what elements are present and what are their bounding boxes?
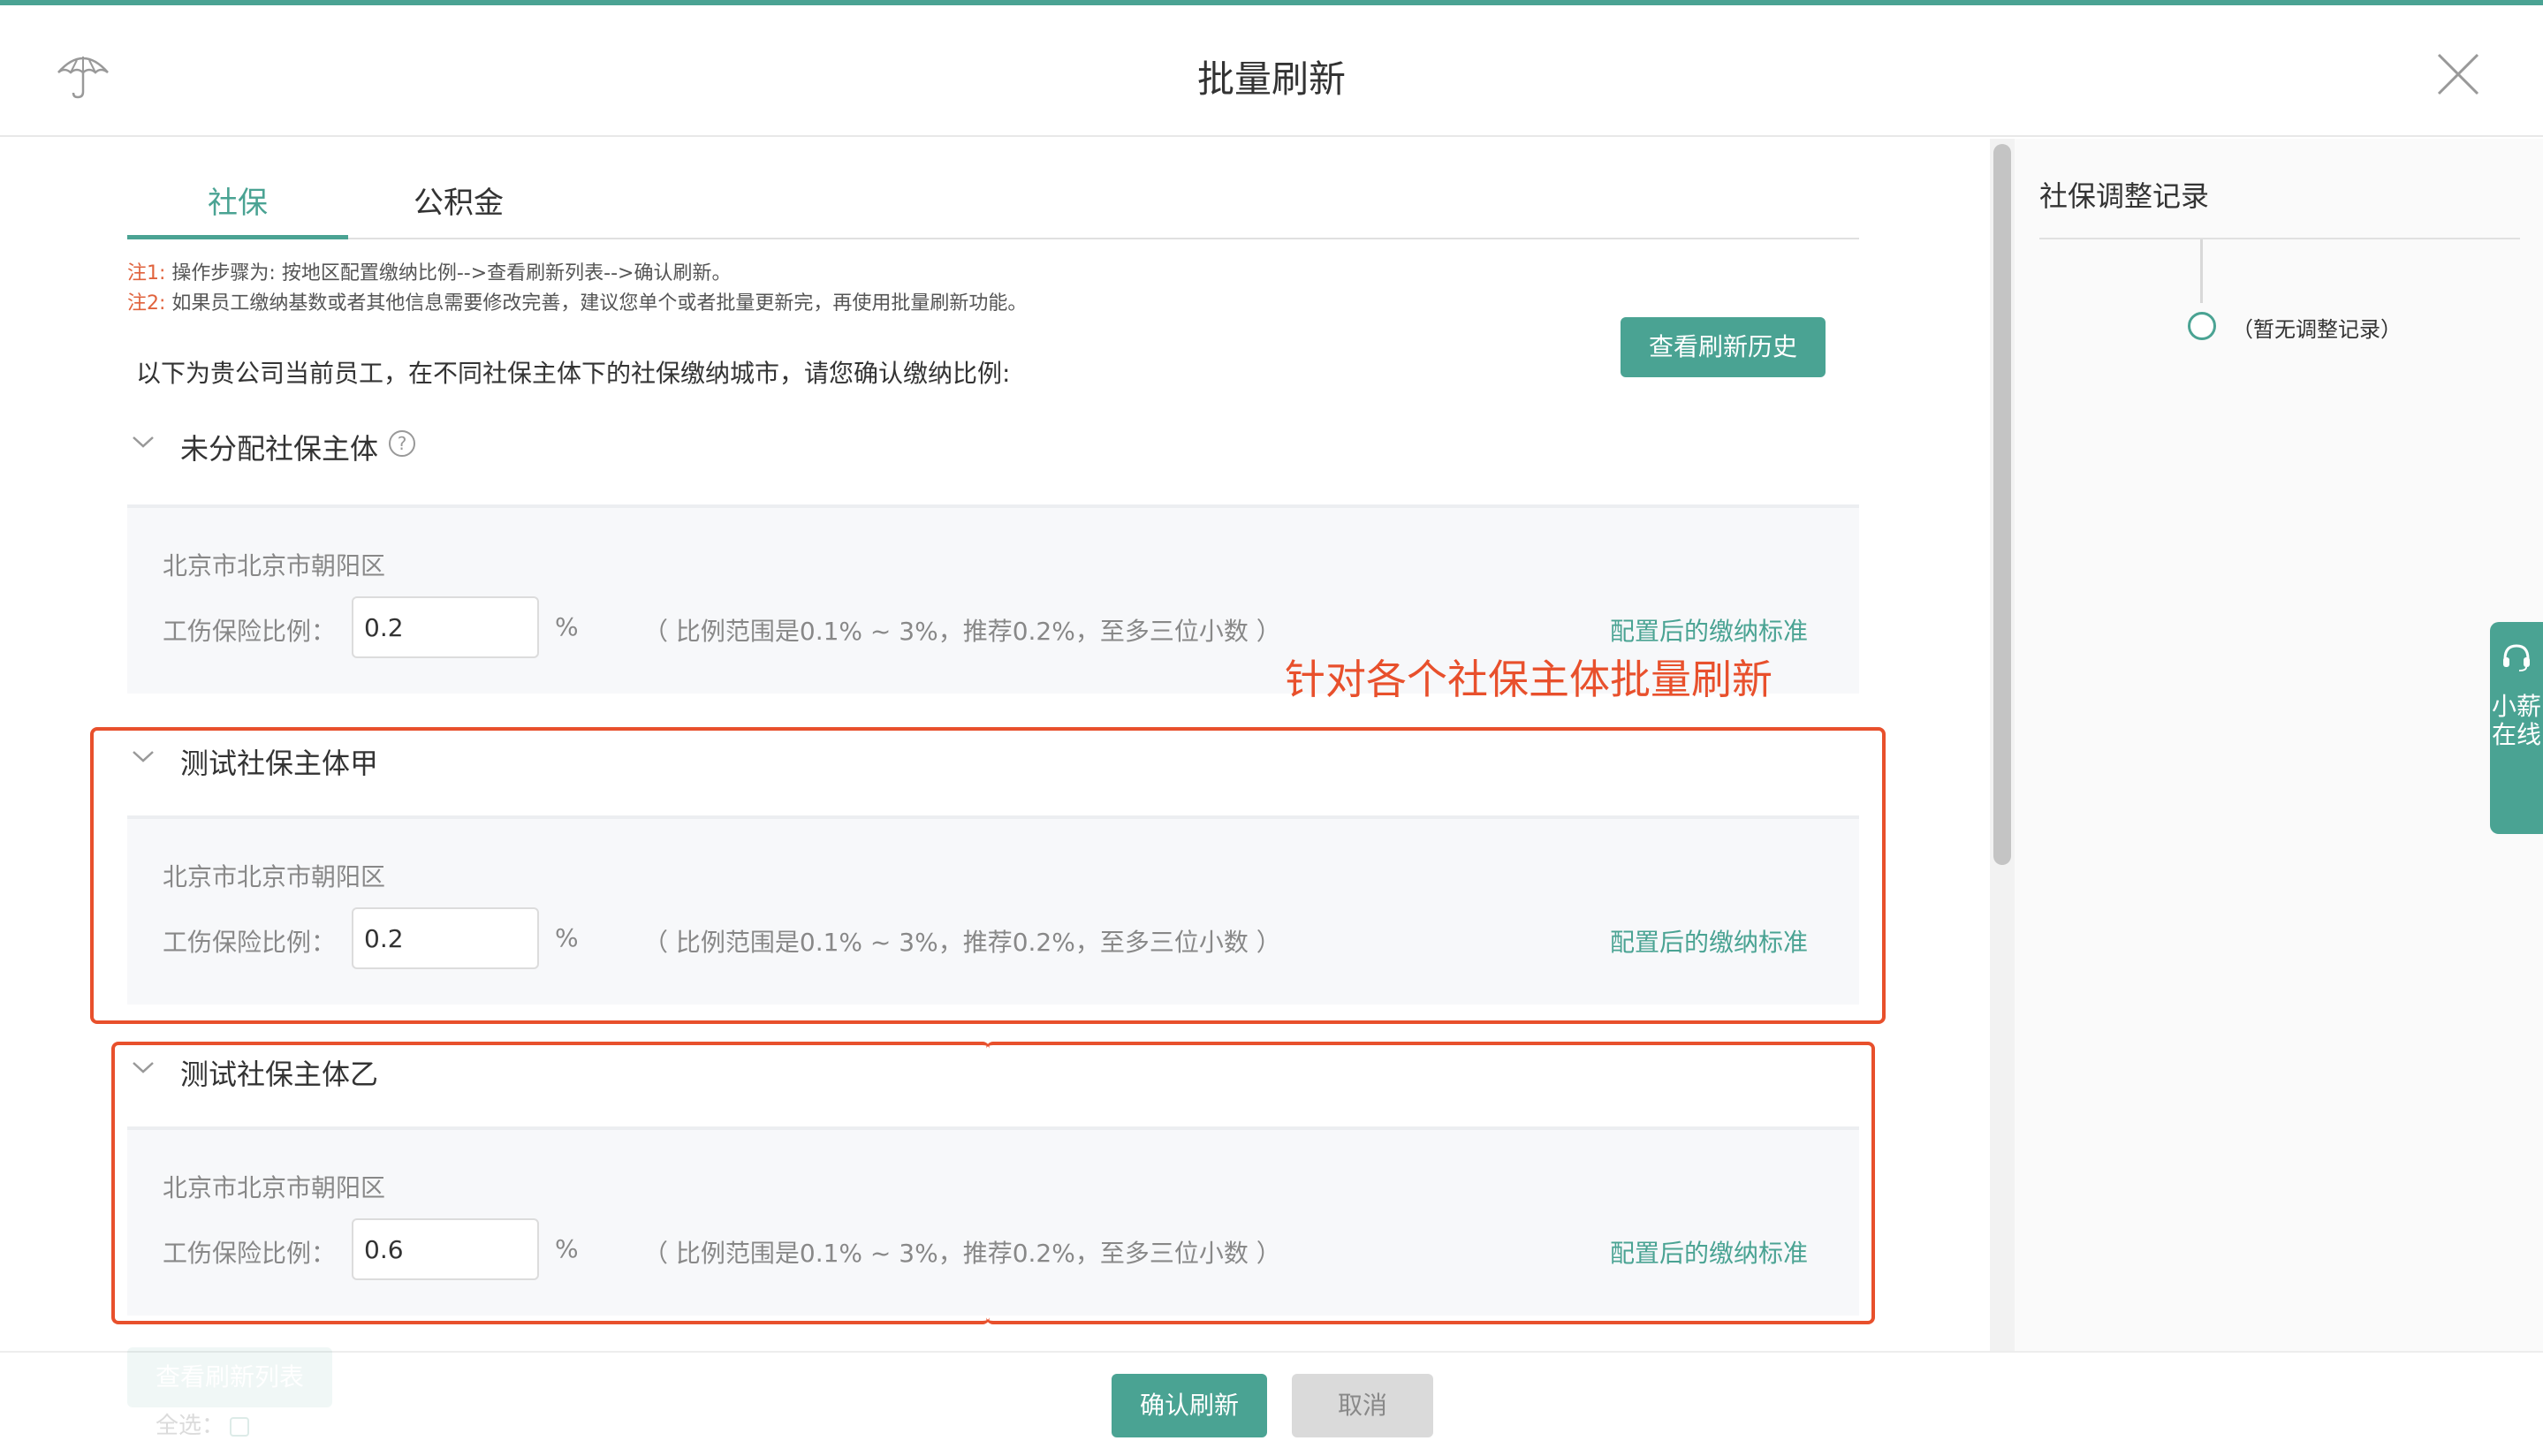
note-2: 注2: 如果员工缴纳基数或者其他信息需要修改完善，建议您单个或者批量更新完，再使… — [127, 289, 1027, 319]
group-title: 未分配社保主体 — [180, 432, 379, 466]
timeline-line — [2200, 239, 2203, 303]
tab-bar: 社保 公积金 — [127, 174, 1859, 239]
footer-bar: 查看刷新列表 全选： 确认刷新 取消 — [0, 1347, 2543, 1456]
tab-social-security[interactable]: 社保 — [127, 174, 348, 239]
city-label: 北京市北京市朝阳区 — [163, 551, 386, 580]
annotation-box-left — [111, 1042, 990, 1324]
ratio-input[interactable] — [352, 596, 539, 658]
timeline-empty-text: （暂无调整记录） — [2232, 317, 2402, 342]
page-title: 批量刷新 — [1196, 57, 1346, 101]
note-1-key: 注1: — [127, 262, 166, 284]
close-icon[interactable] — [2433, 49, 2483, 99]
timeline-dot — [2188, 312, 2216, 340]
annotation-text: 针对各个社保主体批量刷新 — [1285, 656, 1773, 703]
chevron-down-icon — [133, 436, 154, 448]
tab-housing-fund[interactable]: 公积金 — [348, 174, 569, 239]
side-divider — [2039, 238, 2520, 239]
note-2-key: 注2: — [127, 292, 166, 315]
note-1-text: 操作步骤为: 按地区配置缴纳比例-->查看刷新列表-->确认刷新。 — [165, 262, 732, 284]
annotation-box — [90, 727, 1886, 1024]
select-all[interactable]: 全选： — [156, 1407, 250, 1440]
view-history-button[interactable]: 查看刷新历史 — [1621, 317, 1826, 377]
annotation-box-right — [986, 1042, 1875, 1324]
scrollbar-track — [1990, 139, 2015, 1351]
group-header-unassigned[interactable]: 未分配社保主体 ? — [127, 421, 1859, 474]
headset-icon — [2503, 644, 2530, 671]
cancel-button[interactable]: 取消 — [1292, 1374, 1433, 1437]
confirm-refresh-button[interactable]: 确认刷新 — [1112, 1374, 1267, 1437]
online-widget-label: 小薪在线 — [2491, 692, 2541, 749]
percent-unit: % — [555, 612, 579, 641]
select-all-checkbox[interactable] — [230, 1416, 250, 1437]
note-1: 注1: 操作步骤为: 按地区配置缴纳比例-->查看刷新列表-->确认刷新。 — [127, 259, 1027, 289]
range-hint: （ 比例范围是0.1% ~ 3%，推荐0.2%，至多三位小数 ） — [643, 617, 1281, 646]
side-panel: 社保调整记录 （暂无调整记录） — [2015, 139, 2543, 1351]
help-icon[interactable]: ? — [389, 430, 415, 457]
main-panel: 社保 公积金 注1: 操作步骤为: 按地区配置缴纳比例-->查看刷新列表-->确… — [0, 139, 1990, 1351]
scrollbar-thumb[interactable] — [1993, 144, 2011, 865]
modal-header: 批量刷新 — [0, 5, 2543, 137]
online-chat-widget[interactable]: 小薪在线 — [2490, 622, 2543, 834]
side-title: 社保调整记录 — [2039, 179, 2210, 213]
note-2-text: 如果员工缴纳基数或者其他信息需要修改完善，建议您单个或者批量更新完，再使用批量刷… — [165, 292, 1028, 315]
standard-link[interactable]: 配置后的缴纳标准 — [1610, 612, 1808, 648]
view-refresh-list-button[interactable]: 查看刷新列表 — [127, 1347, 332, 1407]
select-all-label: 全选： — [156, 1413, 225, 1439]
notes: 注1: 操作步骤为: 按地区配置缴纳比例-->查看刷新列表-->确认刷新。 注2… — [127, 259, 1027, 319]
ratio-label: 工伤保险比例： — [163, 617, 337, 646]
intro-text: 以下为贵公司当前员工，在不同社保主体下的社保缴纳城市，请您确认缴纳比例: — [136, 359, 1011, 388]
